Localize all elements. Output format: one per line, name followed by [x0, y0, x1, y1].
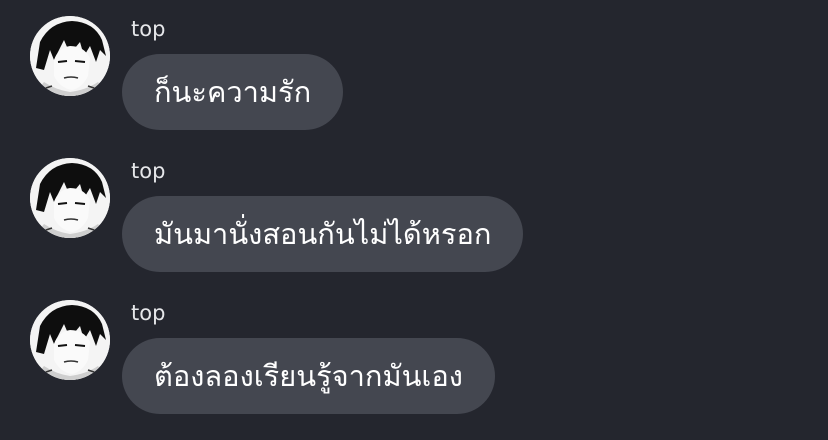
avatar[interactable] [30, 16, 110, 96]
message-bubble[interactable]: มันมานั่งสอนกันไม่ได้หรอก [122, 196, 524, 272]
avatar-portrait-icon [30, 158, 110, 238]
chat-log: top ก็นะความรัก top มันมานั่งสอนกันไม่ได… [0, 0, 828, 440]
message-bubble[interactable]: ต้องลองเรียนรู้จากมันเอง [122, 338, 495, 414]
avatar[interactable] [30, 300, 110, 380]
sender-name: top [131, 17, 166, 41]
message-row: top ต้องลองเรียนรู้จากมันเอง [0, 298, 828, 428]
sender-name: top [131, 301, 166, 325]
avatar-portrait-icon [30, 300, 110, 380]
avatar-portrait-icon [30, 16, 110, 96]
sender-name: top [131, 159, 166, 183]
message-row: top ก็นะความรัก [0, 14, 828, 144]
message-row: top มันมานั่งสอนกันไม่ได้หรอก [0, 156, 828, 286]
message-bubble[interactable]: ก็นะความรัก [122, 54, 344, 130]
avatar[interactable] [30, 158, 110, 238]
